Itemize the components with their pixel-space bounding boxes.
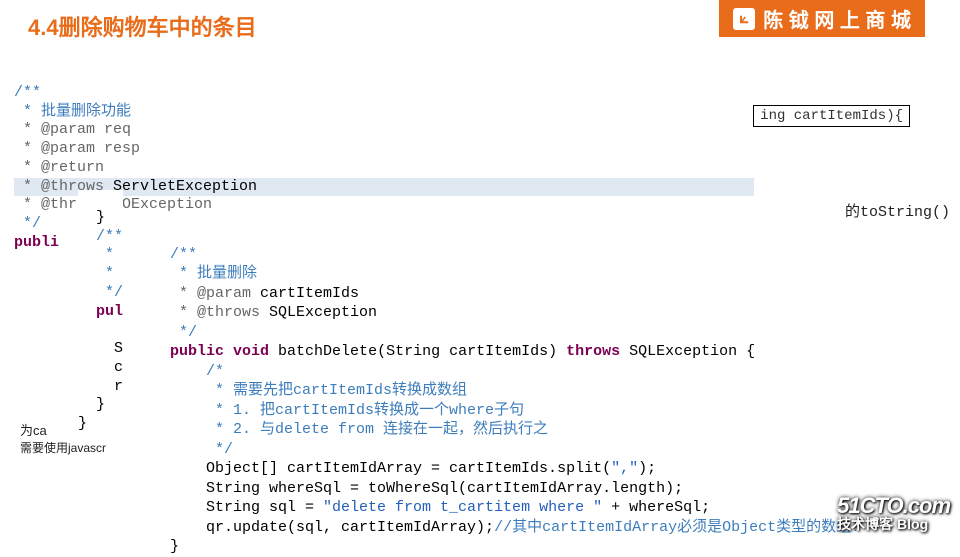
javadoc-line: * @throws SQLException — [170, 304, 377, 321]
comment-line: * 2. 与delete from 连接在一起，然后执行之 — [170, 421, 548, 438]
code-line: String whereSql = toWhereSql(cartItemIdA… — [170, 480, 683, 497]
code-line: r — [78, 378, 123, 395]
watermark: 51CTO.com 技术博客 Blog — [837, 494, 950, 532]
watermark-domain: 51CTO.com — [837, 494, 950, 517]
top-banner: ⟀ 陈 钺 网 上 商 城 — [719, 0, 925, 37]
code-line: } — [78, 396, 105, 413]
javadoc-line: * @param cartItemIds — [170, 285, 359, 302]
code-line: S — [78, 340, 123, 357]
javadoc-line: * — [78, 265, 114, 282]
note-line: 为ca — [20, 420, 106, 439]
code-line: } — [170, 538, 179, 555]
comment-line: /* — [170, 363, 224, 380]
banner-text: 陈 钺 网 上 商 城 — [763, 4, 911, 33]
banner-icon: ⟀ — [733, 8, 755, 30]
code-fragment-top: ing cartItemIds){ — [753, 105, 910, 127]
code-line: Object[] cartItemIdArray = cartItemIds.s… — [170, 460, 656, 477]
comment-line: * 需要先把cartItemIds转换成数组 — [170, 382, 467, 399]
watermark-sub: 技术博客 Blog — [837, 517, 950, 532]
code-block-main: /** * 批量删除 * @param cartItemIds * @throw… — [170, 225, 860, 557]
comment-line: * 1. 把cartItemIds转换成一个where子句 — [170, 402, 524, 419]
javadoc-line: * @param resp — [14, 140, 140, 157]
javadoc-line: * 批量删除功能 — [14, 103, 131, 120]
javadoc-line: */ — [170, 324, 197, 341]
javadoc-line: * 批量删除 — [170, 265, 257, 282]
code-line: String sql = "delete from t_cartitem whe… — [170, 499, 710, 516]
javadoc-line: /** — [14, 84, 41, 101]
javadoc-line: * @return — [14, 159, 104, 176]
javadoc-line: /** — [78, 228, 123, 245]
highlighted-line: * @throws ServletException — [14, 178, 754, 197]
javadoc-line: * @param req — [14, 121, 131, 138]
javadoc-line: */ — [78, 284, 123, 301]
code-line: pul — [78, 303, 123, 320]
javadoc-line: /** — [170, 246, 197, 263]
code-fragment-mid: 的toString() — [845, 200, 950, 221]
code-line: qr.update(sql, cartItemIdArray);//其中cart… — [170, 519, 860, 536]
code-line: publi — [14, 234, 59, 251]
note-fragment: 为ca 需要使用javascr — [20, 420, 106, 456]
code-block-middle: } /** * * */ pul S c r } } — [78, 190, 123, 434]
code-line: } — [78, 209, 105, 226]
method-signature: public void batchDelete(String cartItemI… — [170, 343, 755, 360]
javadoc-line: */ — [14, 215, 41, 232]
comment-line: */ — [170, 441, 233, 458]
javadoc-line: * — [78, 246, 114, 263]
section-title: 4.4删除购物车中的条目 — [28, 10, 257, 42]
note-line: 需要使用javascr — [20, 439, 106, 456]
code-line: c — [78, 359, 123, 376]
